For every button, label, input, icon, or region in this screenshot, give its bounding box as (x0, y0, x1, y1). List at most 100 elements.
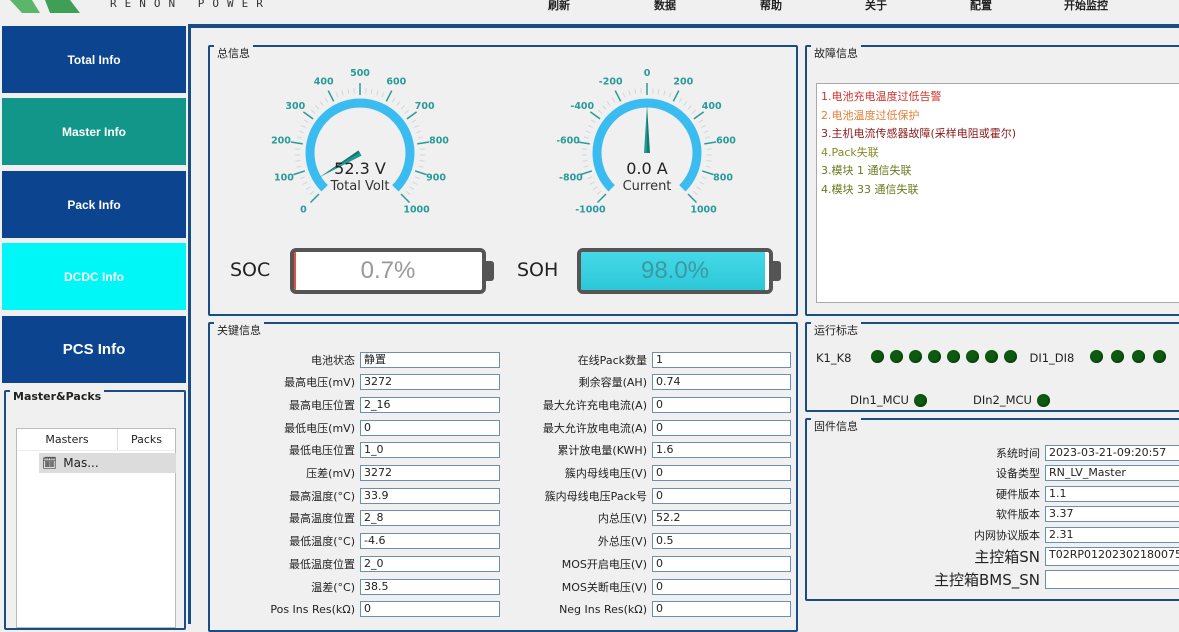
gauge-tick-label: 800 (713, 173, 733, 184)
field-value[interactable]: 2_16 (360, 397, 500, 413)
field-value[interactable] (1045, 570, 1179, 589)
field-value[interactable]: 33.9 (360, 488, 500, 504)
field-label: MOS关断电压(V) (500, 579, 652, 595)
nav-pcs-info-button[interactable]: PCS Info (2, 316, 186, 383)
fault-item: 1.电池充电温度过低告警 (821, 88, 1179, 107)
gauge-tick (418, 137, 423, 138)
gauge-tick (419, 166, 424, 167)
field-value[interactable]: RN_LV_Master (1045, 465, 1179, 481)
field-value[interactable]: 38.5 (360, 579, 500, 595)
total-volt-gauge: 0100200300400500600700800900100052.3 VTo… (270, 52, 450, 217)
field-value[interactable]: 1.1 (1045, 486, 1179, 502)
brand-name: RENON POWER (110, 0, 271, 10)
battery-cap (773, 261, 781, 281)
field-value[interactable]: 0 (360, 420, 500, 436)
key-field: 最大允许充电电流(A)0 (500, 396, 791, 413)
field-value[interactable]: 0 (652, 601, 791, 617)
field-value[interactable]: 0.5 (652, 533, 791, 549)
gauge-tick-label: 700 (415, 101, 435, 112)
gauge-tick (629, 91, 630, 96)
menu-item[interactable]: 刷新 (548, 0, 570, 13)
gauge-tick (311, 110, 315, 113)
key-field: 最低电压位置1_0 (210, 442, 500, 459)
gauge-tick (593, 187, 597, 190)
gauge-tick (336, 93, 338, 98)
gauge-tick (415, 177, 420, 179)
field-value[interactable]: 2023-03-21-09:20:57 (1045, 445, 1179, 461)
field-value[interactable]: 0 (652, 397, 791, 413)
nav-total-info-button[interactable]: Total Info (2, 26, 186, 93)
field-value[interactable]: 52.2 (652, 510, 791, 526)
key-field: 簇内母线电压Pack号0 (500, 487, 791, 504)
gauge-tick (320, 102, 323, 106)
key-field: 压差(mV)3272 (210, 465, 500, 482)
field-value[interactable]: 1 (652, 352, 791, 368)
din1-led-icon (914, 394, 927, 407)
nav-master-info-button[interactable]: Master Info (2, 98, 186, 165)
gauge-tick (584, 166, 589, 167)
field-value[interactable]: -4.6 (360, 533, 500, 549)
battery-icon: 🗓 (42, 456, 57, 470)
field-label: 在线Pack数量 (500, 352, 652, 368)
gauge-label: Total Volt (329, 179, 389, 194)
key-field: 最高温度(°C)33.9 (210, 487, 500, 504)
field-value[interactable]: 3272 (360, 465, 500, 481)
field-value[interactable]: 0 (652, 420, 791, 436)
gauge-tick-label: 500 (350, 68, 370, 79)
k-led-icon (947, 350, 960, 363)
di-led-icon (1111, 350, 1124, 363)
menu-item[interactable]: 开始监控 (1064, 0, 1108, 13)
field-value[interactable]: 0 (652, 465, 791, 481)
gauge-tick (297, 166, 302, 167)
field-value[interactable]: 0 (652, 556, 791, 572)
battery-percent: 0.7% (294, 252, 482, 290)
field-label: Neg Ins Res(kΩ) (500, 603, 652, 616)
field-value[interactable]: 静置 (360, 352, 500, 368)
field-value[interactable]: 0.74 (652, 374, 791, 390)
key-field: Pos Ins Res(kΩ)0 (210, 601, 500, 618)
field-label: 累计放电量(KWH) (500, 442, 652, 458)
key-field: 剩余容量(AH)0.74 (500, 374, 791, 391)
gauge-tick (598, 194, 606, 202)
gauge-tick (304, 120, 308, 123)
field-value[interactable]: 0 (652, 579, 791, 595)
field-value[interactable]: 3272 (360, 374, 500, 390)
menu-item[interactable]: 帮助 (760, 0, 782, 13)
field-value[interactable]: 0 (360, 601, 500, 617)
tree-view[interactable]: Masters Packs 🗓 Mas... (16, 428, 176, 628)
column-masters[interactable]: Masters (17, 429, 118, 450)
gauge-tick (291, 142, 303, 144)
field-label: 最高温度位置 (210, 510, 360, 526)
gauge-tick (348, 89, 349, 94)
field-value[interactable]: 0 (652, 488, 791, 504)
gauge-tick (297, 137, 302, 138)
menu-item[interactable]: 关于 (865, 0, 887, 13)
field-label: 硬件版本 (807, 486, 1045, 502)
gauge-tick-label: -800 (559, 173, 583, 184)
run-flags-group: 运行标志 K1_K8 DI1_DI8 DIn1_MCU DIn2_MCU (805, 322, 1179, 412)
key-field: MOS关断电压(V)0 (500, 578, 791, 595)
field-value[interactable]: 2_8 (360, 510, 500, 526)
field-value[interactable]: 2_0 (360, 556, 500, 572)
menu-item[interactable]: 数据 (654, 0, 676, 13)
field-label: 内总压(V) (500, 510, 652, 526)
firmware-field: 软件版本3.37 (807, 506, 1179, 523)
tree-item-master[interactable]: 🗓 Mas... (39, 453, 176, 473)
field-value[interactable]: 3.37 (1045, 506, 1179, 522)
gauge-tick (658, 89, 659, 94)
gauge-tick (316, 106, 319, 110)
field-value[interactable]: 1.6 (652, 442, 791, 458)
fault-item: 3.模块 1 通信失联 (821, 162, 1179, 181)
menu-item[interactable]: 配置 (970, 0, 992, 13)
gauge-tick-label: 400 (702, 101, 722, 112)
gauge-tick (612, 98, 615, 102)
nav-pack-info-button[interactable]: Pack Info (2, 171, 186, 238)
field-value[interactable]: T02RP01202302180075 (1045, 547, 1179, 566)
field-value[interactable]: 2.31 (1045, 527, 1179, 543)
nav-dcdc-info-button[interactable]: DCDC Info (2, 243, 186, 310)
column-packs[interactable]: Packs (118, 429, 175, 450)
field-value[interactable]: 1_0 (360, 442, 500, 458)
fault-list[interactable]: 1.电池充电温度过低告警2.电池温度过低保护3.主机电流传感器故障(采样电阻或霍… (816, 83, 1179, 303)
gauge-tick (401, 194, 409, 202)
gauge-tick (415, 171, 426, 175)
